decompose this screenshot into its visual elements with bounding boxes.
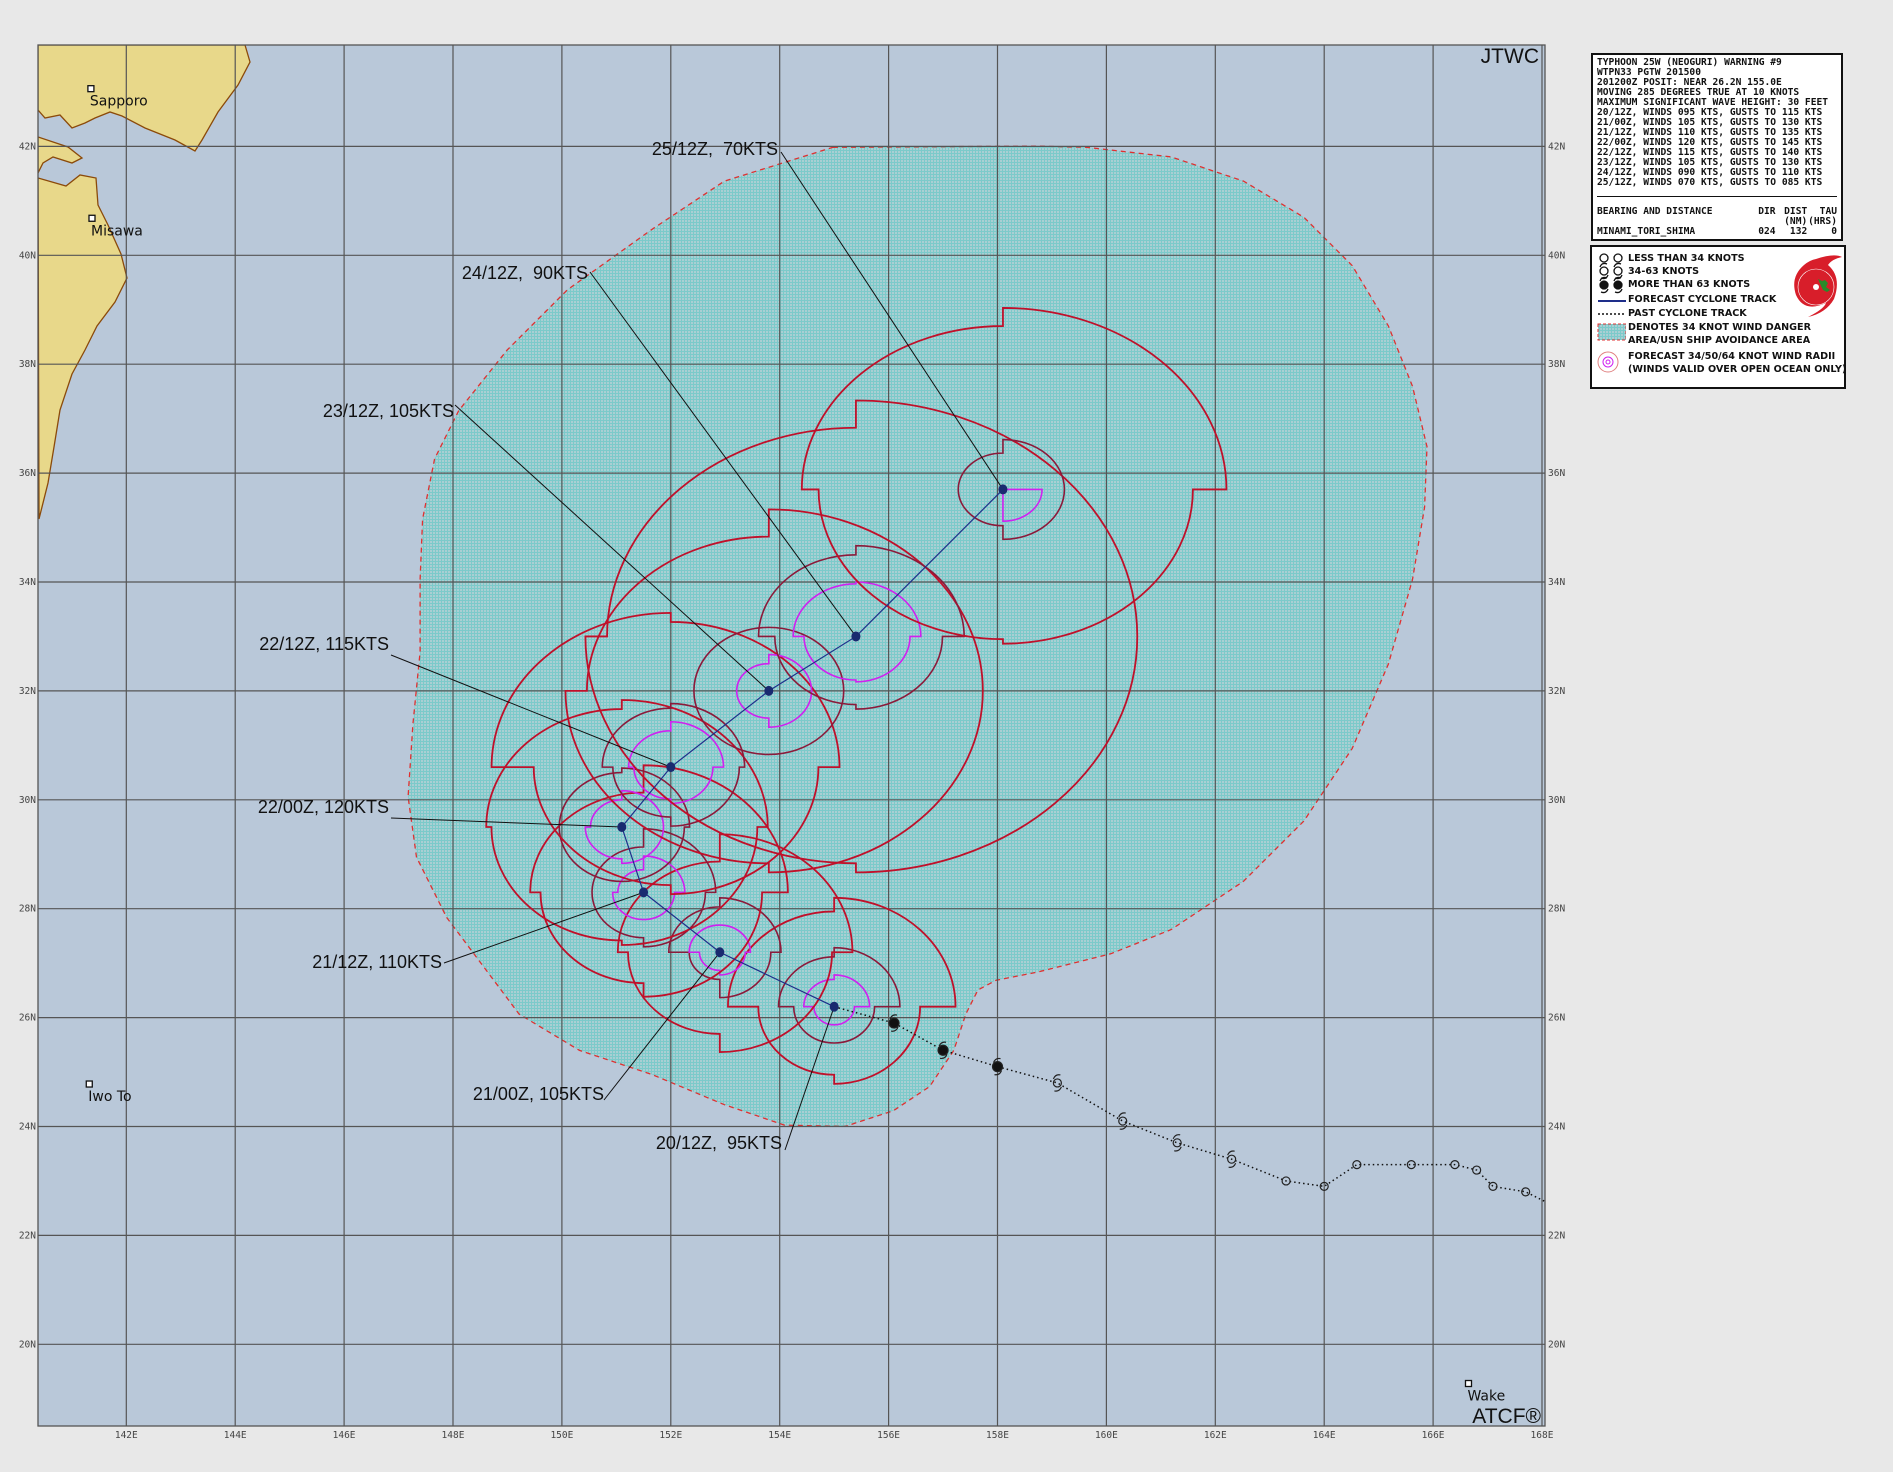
latitude-tick-label-left: 32N bbox=[19, 686, 36, 697]
wind-radii-icon bbox=[1597, 351, 1619, 373]
longitude-tick-label: 142E bbox=[115, 1430, 138, 1441]
place-label: Wake bbox=[1467, 1389, 1505, 1405]
longitude-tick-label: 146E bbox=[333, 1430, 356, 1441]
legend-item-label: MORE THAN 63 KNOTS bbox=[1628, 279, 1751, 290]
bearing-title: BEARING AND DISTANCE bbox=[1597, 206, 1713, 217]
forecast-label: 24/12Z, 90KTS bbox=[462, 263, 588, 283]
atcf-label: ATCF® bbox=[1472, 1405, 1541, 1428]
latitude-tick-label-left: 34N bbox=[19, 577, 36, 588]
warning-info-box: TYPHOON 25W (NEOGURI) WARNING #9 WTPN33 P… bbox=[1591, 53, 1843, 241]
latitude-tick-label-left: 20N bbox=[19, 1339, 36, 1350]
latitude-tick-label-right: 30N bbox=[1548, 795, 1565, 806]
tropical-storm-icon bbox=[1599, 262, 1623, 280]
longitude-tick-label: 160E bbox=[1095, 1430, 1118, 1441]
legend-item-label: AREA/USN SHIP AVOIDANCE AREA bbox=[1628, 335, 1811, 346]
forecast-label: 20/12Z, 95KTS bbox=[656, 1133, 782, 1153]
place-marker-icon bbox=[88, 214, 96, 222]
place-label: Iwo To bbox=[88, 1089, 131, 1105]
forecast-position-marker bbox=[998, 484, 1008, 495]
bearing-dir: 024 bbox=[1758, 226, 1776, 237]
warning-info-line: 25/12Z, WINDS 070 KTS, GUSTS TO 085 KTS bbox=[1597, 177, 1823, 188]
separator bbox=[1597, 196, 1837, 197]
place-marker-icon bbox=[1464, 1379, 1473, 1388]
longitude-tick-label: 164E bbox=[1313, 1430, 1336, 1441]
bearing-tau: 0 bbox=[1831, 226, 1837, 237]
forecast-position-marker bbox=[829, 1001, 839, 1012]
circle-open-icon bbox=[1599, 253, 1623, 263]
place-label: Sapporo bbox=[90, 94, 148, 110]
jtwc-logo-icon bbox=[1794, 255, 1842, 317]
place-label: Misawa bbox=[91, 223, 143, 239]
danger-area-swatch-icon bbox=[1597, 323, 1626, 341]
forecast-label: 22/00Z, 120KTS bbox=[258, 797, 389, 817]
latitude-tick-label-right: 36N bbox=[1548, 468, 1565, 479]
longitude-tick-label: 152E bbox=[659, 1430, 682, 1441]
longitude-tick-label: 154E bbox=[768, 1430, 791, 1441]
forecast-label: 25/12Z, 70KTS bbox=[652, 139, 778, 159]
latitude-tick-label-left: 38N bbox=[19, 359, 36, 370]
latitude-tick-label-right: 42N bbox=[1548, 141, 1565, 152]
latitude-tick-label-right: 38N bbox=[1548, 359, 1565, 370]
longitude-tick-label: 156E bbox=[877, 1430, 900, 1441]
forecast-position-marker bbox=[617, 822, 627, 833]
latitude-tick-label-right: 34N bbox=[1548, 577, 1565, 588]
legend-item-label: (WINDS VALID OVER OPEN OCEAN ONLY) bbox=[1628, 364, 1847, 375]
latitude-tick-label-left: 26N bbox=[19, 1013, 36, 1024]
longitude-tick-label: 166E bbox=[1422, 1430, 1445, 1441]
latitude-tick-label-right: 28N bbox=[1548, 904, 1565, 915]
latitude-tick-label-left: 30N bbox=[19, 795, 36, 806]
longitude-tick-label: 150E bbox=[550, 1430, 573, 1441]
legend-item-label: FORECAST 34/50/64 KNOT WIND RADII bbox=[1628, 351, 1836, 362]
latitude-tick-label-left: 40N bbox=[19, 250, 36, 261]
legend-item-label: FORECAST CYCLONE TRACK bbox=[1628, 294, 1777, 305]
latitude-tick-label-right: 20N bbox=[1548, 1339, 1565, 1350]
bearing-place: MINAMI_TORI_SHIMA bbox=[1597, 226, 1696, 237]
legend-icons bbox=[1597, 253, 1626, 373]
agency-label: JTWC bbox=[1481, 45, 1539, 68]
latitude-tick-label-left: 36N bbox=[19, 468, 36, 479]
forecast-position-marker bbox=[715, 947, 725, 958]
legend: LESS THAN 34 KNOTS 34-63 KNOTS MORE THAN 6… bbox=[1590, 245, 1846, 389]
forecast-label: 23/12Z, 105KTS bbox=[323, 401, 454, 421]
bearing-dist: 132 bbox=[1789, 226, 1808, 237]
latitude-tick-label-left: 28N bbox=[19, 904, 36, 915]
dir-header: DIR bbox=[1758, 206, 1776, 217]
latitude-tick-label-left: 42N bbox=[19, 141, 36, 152]
place-marker-icon bbox=[87, 85, 95, 93]
forecast-label: 22/12Z, 115KTS bbox=[259, 634, 389, 654]
longitude-tick-label: 158E bbox=[986, 1430, 1009, 1441]
legend-item-label: DENOTES 34 KNOT WIND DANGER bbox=[1628, 322, 1811, 333]
forecast-label: 21/12Z, 110KTS bbox=[312, 952, 442, 972]
latitude-tick-label-left: 22N bbox=[19, 1230, 36, 1241]
typhoon-icon bbox=[1599, 276, 1623, 294]
longitude-tick-label: 148E bbox=[442, 1430, 465, 1441]
place-marker-icon bbox=[85, 1080, 93, 1088]
latitude-tick-label-left: 24N bbox=[19, 1122, 36, 1133]
forecast-position-marker bbox=[764, 685, 774, 696]
longitude-tick-label: 144E bbox=[224, 1430, 247, 1441]
legend-item-label: PAST CYCLONE TRACK bbox=[1628, 308, 1747, 319]
bearing-row: MINAMI_TORI_SHIMA 024 132 0 bbox=[1597, 227, 1837, 237]
longitude-tick-label: 162E bbox=[1204, 1430, 1227, 1441]
latitude-tick-label-right: 32N bbox=[1548, 686, 1565, 697]
forecast-position-marker bbox=[666, 762, 676, 773]
forecast-position-marker bbox=[851, 631, 861, 642]
forecast-position-marker bbox=[639, 887, 649, 898]
legend-item-label: LESS THAN 34 KNOTS bbox=[1628, 253, 1745, 264]
latitude-tick-label-right: 26N bbox=[1548, 1013, 1565, 1024]
latitude-tick-label-right: 22N bbox=[1548, 1230, 1565, 1241]
legend-item-label: 34-63 KNOTS bbox=[1628, 266, 1700, 277]
forecast-label: 21/00Z, 105KTS bbox=[473, 1084, 604, 1104]
latitude-tick-label-right: 40N bbox=[1548, 250, 1565, 261]
longitude-tick-label: 168E bbox=[1531, 1430, 1554, 1441]
latitude-tick-label-right: 24N bbox=[1548, 1122, 1565, 1133]
